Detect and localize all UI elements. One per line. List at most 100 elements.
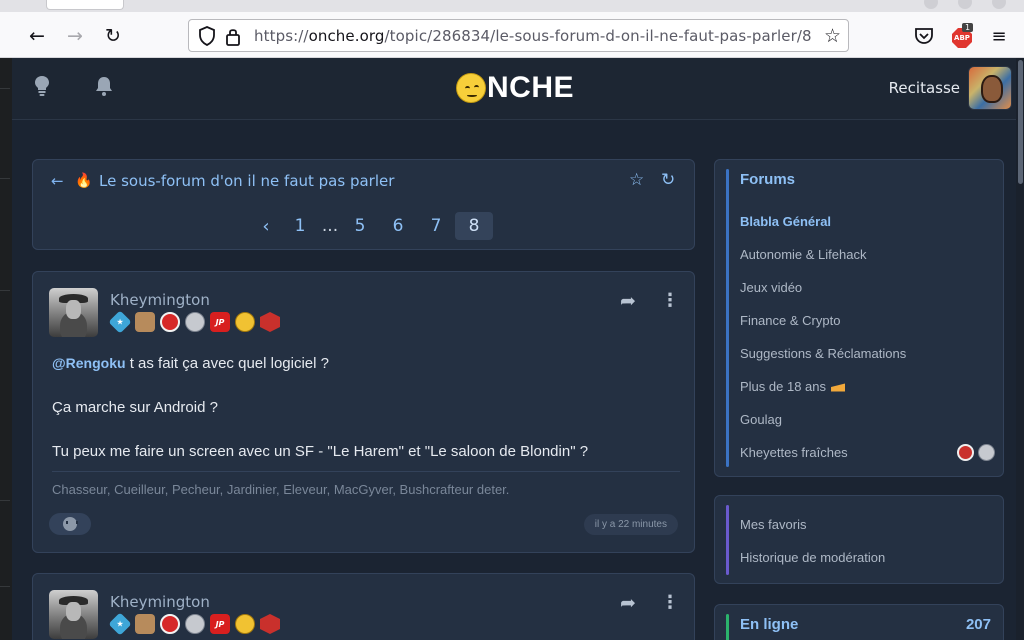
share-icon[interactable]: ➦	[620, 290, 636, 312]
face-badge-icon	[978, 444, 995, 461]
window-minimize-button[interactable]	[924, 0, 938, 9]
menu-icon[interactable]: ≡	[986, 23, 1012, 49]
face-badge-icon	[185, 614, 205, 634]
lightbulb-icon[interactable]	[33, 75, 51, 97]
online-count: 207	[965, 616, 991, 633]
reaction-icon	[63, 517, 78, 531]
flame-icon: 🔥	[75, 173, 93, 189]
site-header: NCHE Recitasse	[12, 58, 1024, 120]
forum-link-blabla[interactable]: Blabla Général	[740, 205, 995, 238]
smiley-badge-icon	[235, 614, 255, 634]
forums-title: Forums	[740, 171, 796, 188]
post-timestamp: il y a 22 minutes	[583, 514, 678, 535]
current-username[interactable]: Recitasse	[889, 79, 960, 97]
user-avatar[interactable]	[968, 66, 1012, 110]
forum-link-18-plus[interactable]: Plus de 18 ans	[740, 370, 995, 403]
post-content: @Rengoku t as fait ça avec quel logiciel…	[52, 352, 682, 485]
moderation-history-link[interactable]: Historique de modération	[740, 541, 995, 574]
forums-sidebar: Forums Blabla Général Autonomie & Lifeha…	[714, 159, 1004, 477]
more-options-icon[interactable]: ⋮	[661, 290, 679, 311]
online-title: En ligne	[740, 616, 799, 633]
address-bar[interactable]: https://onche.org/topic/286834/le-sous-f…	[188, 19, 849, 52]
topic-header-panel: ← 🔥 Le sous-forum d'on il ne faut pas pa…	[32, 159, 695, 250]
author-avatar[interactable]	[49, 288, 98, 337]
signature-divider	[52, 471, 680, 472]
browser-toolbar: ← → ↻ https://onche.org/topic/286834/le-…	[0, 12, 1024, 58]
online-sidebar: En ligne 207	[714, 604, 1004, 640]
portrait-badge-icon	[135, 312, 155, 332]
accent-bar	[726, 614, 729, 640]
forums-list: Blabla Général Autonomie & Lifehack Jeux…	[740, 205, 995, 469]
star-badge-icon: ★	[108, 612, 132, 636]
logo-text: NCHE	[487, 71, 575, 104]
accent-bar	[726, 505, 729, 575]
forum-post: Kheymington ★ JP ➦ ⋮	[32, 573, 695, 640]
star-badge-icon: ★	[108, 310, 132, 334]
reload-icon[interactable]: ↻	[100, 23, 126, 49]
pocket-icon[interactable]	[914, 27, 934, 45]
scrollbar-thumb[interactable]	[1018, 60, 1023, 184]
previous-page-button[interactable]: ‹	[251, 216, 281, 237]
page-1-link[interactable]: 1	[281, 212, 319, 240]
pagination-ellipsis: ...	[321, 216, 339, 236]
page-7-link[interactable]: 7	[417, 212, 455, 240]
forum-link-finance[interactable]: Finance & Crypto	[740, 304, 995, 337]
clown-badge-icon	[957, 444, 974, 461]
post-author[interactable]: Kheymington	[110, 291, 210, 309]
smiley-badge-icon	[235, 312, 255, 332]
current-page[interactable]: 8	[455, 212, 493, 240]
page-5-link[interactable]: 5	[341, 212, 379, 240]
share-icon[interactable]: ➦	[620, 592, 636, 614]
back-arrow-icon[interactable]: ←	[24, 23, 50, 49]
forum-link-label: Plus de 18 ans	[740, 379, 827, 394]
forward-arrow-icon[interactable]: →	[62, 23, 88, 49]
star-icon[interactable]: ☆	[629, 170, 644, 190]
forum-post: Kheymington ★ JP ➦ ⋮ @Rengoku t as fait …	[32, 271, 695, 553]
favorites-link[interactable]: Mes favoris	[740, 508, 995, 541]
page-6-link[interactable]: 6	[379, 212, 417, 240]
author-avatar[interactable]	[49, 590, 98, 639]
accent-bar	[726, 169, 729, 467]
jp-badge-icon: JP	[210, 614, 230, 634]
portrait-badge-icon	[135, 614, 155, 634]
lock-icon[interactable]	[225, 27, 241, 46]
refresh-icon[interactable]: ↻	[661, 170, 675, 190]
bell-icon[interactable]	[94, 75, 114, 97]
clown-badge-icon	[160, 312, 180, 332]
cheese-icon	[831, 383, 846, 392]
forum-link-autonomie[interactable]: Autonomie & Lifehack	[740, 238, 995, 271]
hexagon-badge-icon	[260, 312, 280, 332]
adblock-count-badge: 1	[962, 23, 974, 32]
browser-tab-strip	[0, 0, 1024, 12]
topic-title[interactable]: Le sous-forum d'on il ne faut pas parler	[99, 172, 394, 190]
author-badges: ★ JP	[108, 612, 285, 636]
forum-link-suggestions[interactable]: Suggestions & Réclamations	[740, 337, 995, 370]
user-mention[interactable]: @Rengoku	[52, 355, 126, 371]
links-list: Mes favoris Historique de modération	[740, 508, 995, 574]
site-logo[interactable]: NCHE	[456, 71, 574, 105]
post-text-line: t as fait ça avec quel logiciel ?	[125, 355, 329, 372]
forum-moderator-badges	[953, 444, 995, 461]
forum-link-jeux-video[interactable]: Jeux vidéo	[740, 271, 995, 304]
pagination: ‹ 1 ... 5 6 7 8	[251, 212, 493, 240]
forum-link-goulag[interactable]: Goulag	[740, 403, 995, 436]
clown-badge-icon	[160, 614, 180, 634]
back-to-forum-icon[interactable]: ←	[51, 172, 64, 190]
window-maximize-button[interactable]	[958, 0, 972, 9]
browser-tab[interactable]	[46, 0, 124, 10]
face-badge-icon	[185, 312, 205, 332]
post-text-line: Ça marche sur Android ?	[52, 399, 218, 416]
forum-link-label: Kheyettes fraîches	[740, 445, 848, 460]
jp-badge-icon: JP	[210, 312, 230, 332]
post-author[interactable]: Kheymington	[110, 593, 210, 611]
window-close-button[interactable]	[992, 0, 1006, 9]
author-badges: ★ JP	[108, 310, 285, 334]
shield-icon[interactable]	[198, 26, 216, 46]
left-window-edge	[0, 58, 12, 640]
bookmark-star-icon[interactable]: ☆	[824, 25, 841, 47]
more-options-icon[interactable]: ⋮	[661, 592, 679, 613]
reaction-button[interactable]	[49, 513, 91, 535]
url-text: https://onche.org/topic/286834/le-sous-f…	[254, 27, 812, 45]
forum-link-kheyettes[interactable]: Kheyettes fraîches	[740, 436, 995, 469]
post-text-line: Tu peux me faire un screen avec un SF - …	[52, 443, 589, 460]
